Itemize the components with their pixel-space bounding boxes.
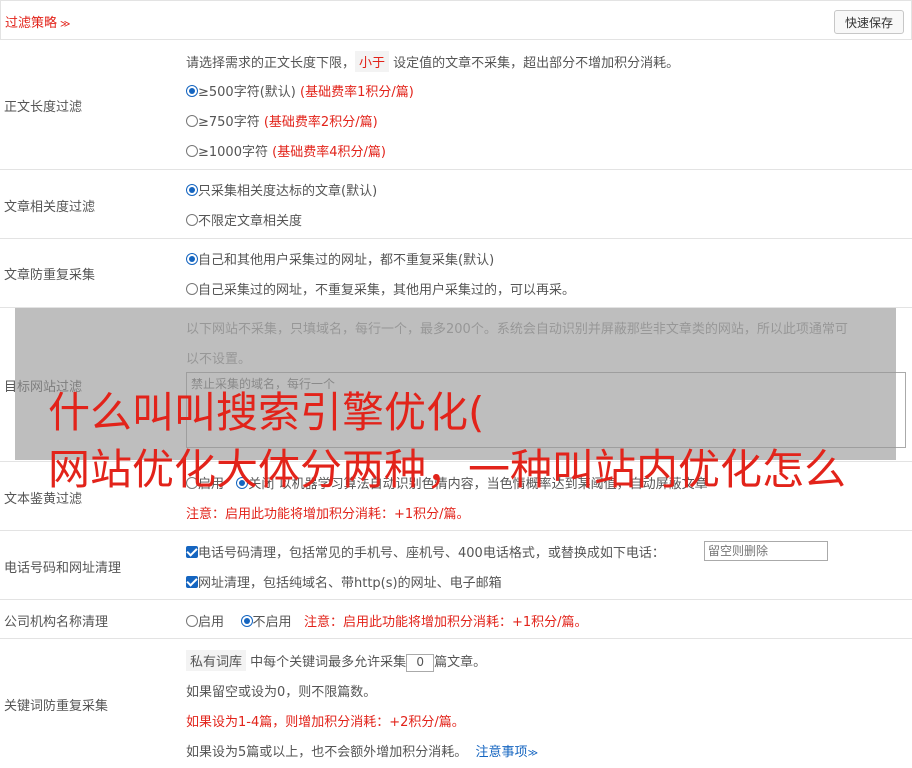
quick-save-button[interactable]: 快速保存 bbox=[834, 10, 904, 34]
notes-link[interactable]: 注意事项≫ bbox=[476, 745, 538, 760]
keyword-dup-line2: 如果留空或设为0，则不限篇数。 bbox=[186, 685, 377, 700]
relevance-option-any[interactable]: 不限定文章相关度 bbox=[186, 210, 302, 229]
radio-button[interactable] bbox=[186, 283, 198, 295]
dup-filter-label: 文章防重复采集 bbox=[4, 268, 96, 283]
keyword-dup-line4: 如果设为5篇或以上，也不会额外增加积分消耗。 注意事项≫ bbox=[186, 745, 539, 760]
radio-button[interactable] bbox=[186, 477, 198, 489]
keyword-dup-line3: 如果设为1-4篇，则增加积分消耗：+2积分/篇。 bbox=[186, 715, 465, 730]
length-filter-desc: 请选择需求的正文长度下限， 小于 设定值的文章不采集，超出部分不增加积分消耗。 bbox=[186, 51, 679, 72]
radio-button[interactable] bbox=[236, 477, 249, 489]
org-clean-label: 公司机构名称清理 bbox=[4, 615, 109, 630]
radio-button[interactable] bbox=[186, 85, 198, 97]
relevance-filter-row: 文章相关度过滤 bbox=[0, 170, 912, 239]
max-articles-input[interactable]: 0 bbox=[406, 653, 435, 672]
length-option-750[interactable]: ≥750字符 (基础费率2积分/篇) bbox=[186, 111, 378, 130]
filter-strategy-header: 过滤策略 ≫ 快速保存 bbox=[0, 0, 912, 40]
radio-button[interactable] bbox=[186, 615, 198, 627]
radio-button[interactable] bbox=[240, 615, 253, 627]
dup-option-self[interactable]: 自己采集过的网址，不重复采集，其他用户采集过的，可以再采。 bbox=[186, 279, 575, 298]
private-dictionary-tag[interactable]: 私有词库 bbox=[186, 650, 247, 671]
keyword-dup-label: 关键词防重复采集 bbox=[4, 699, 109, 714]
relevance-filter-label: 文章相关度过滤 bbox=[4, 200, 96, 215]
phone-clean-option[interactable]: 电话号码清理，包括常见的手机号、座机号、400电话格式，或替换成如下电话： bbox=[186, 542, 665, 561]
length-filter-label: 正文长度过滤 bbox=[4, 100, 83, 115]
relevance-option-qualified[interactable]: 只采集相关度达标的文章(默认) bbox=[186, 180, 377, 199]
radio-button[interactable] bbox=[186, 145, 198, 157]
radio-button[interactable] bbox=[186, 214, 198, 226]
radio-button[interactable] bbox=[186, 115, 198, 127]
dup-option-all[interactable]: 自己和其他用户采集过的网址，都不重复采集(默认) bbox=[186, 249, 494, 268]
org-clean-options: 启用 不启用 注意：启用此功能将增加积分消耗：+1积分/篇。 bbox=[186, 611, 588, 630]
radio-button[interactable] bbox=[186, 253, 198, 265]
checkbox[interactable] bbox=[186, 546, 198, 558]
chevron-down-icon: ≫ bbox=[527, 748, 539, 759]
contact-clean-label: 电话号码和网址清理 bbox=[4, 561, 122, 576]
length-option-500[interactable]: ≥500字符(默认) (基础费率1积分/篇) bbox=[186, 81, 414, 100]
keyword-dup-line1: 私有词库 中每个关键词最多允许采集 0 篇文章。 bbox=[186, 650, 486, 672]
radio-button[interactable] bbox=[186, 184, 198, 196]
checkbox[interactable] bbox=[186, 576, 198, 588]
chevron-down-icon: ≫ bbox=[60, 19, 71, 30]
blocked-domains-textarea[interactable] bbox=[186, 372, 906, 448]
porn-filter-options: 启用 关闭 以机器学习算法自动识别色情内容，当色情概率达到某阈值，自动屏蔽文章 bbox=[186, 473, 708, 492]
replacement-phone-input[interactable] bbox=[704, 541, 828, 561]
porn-filter-label: 文本鉴黄过滤 bbox=[4, 492, 83, 507]
length-option-1000[interactable]: ≥1000字符 (基础费率4积分/篇) bbox=[186, 141, 386, 160]
porn-filter-note: 注意：启用此功能将增加积分消耗：+1积分/篇。 bbox=[186, 507, 470, 522]
section-title[interactable]: 过滤策略 ≫ bbox=[5, 12, 70, 31]
site-filter-desc-line1: 以下网站不采集，只填域名，每行一个，最多200个。系统会自动识别并屏蔽那些非文章… bbox=[186, 322, 848, 337]
site-filter-label: 目标网站过滤 bbox=[4, 380, 83, 395]
site-filter-desc-line2: 以不设置。 bbox=[186, 352, 252, 367]
url-clean-option[interactable]: 网址清理，包括纯域名、带http(s)的网址、电子邮箱 bbox=[186, 572, 502, 591]
